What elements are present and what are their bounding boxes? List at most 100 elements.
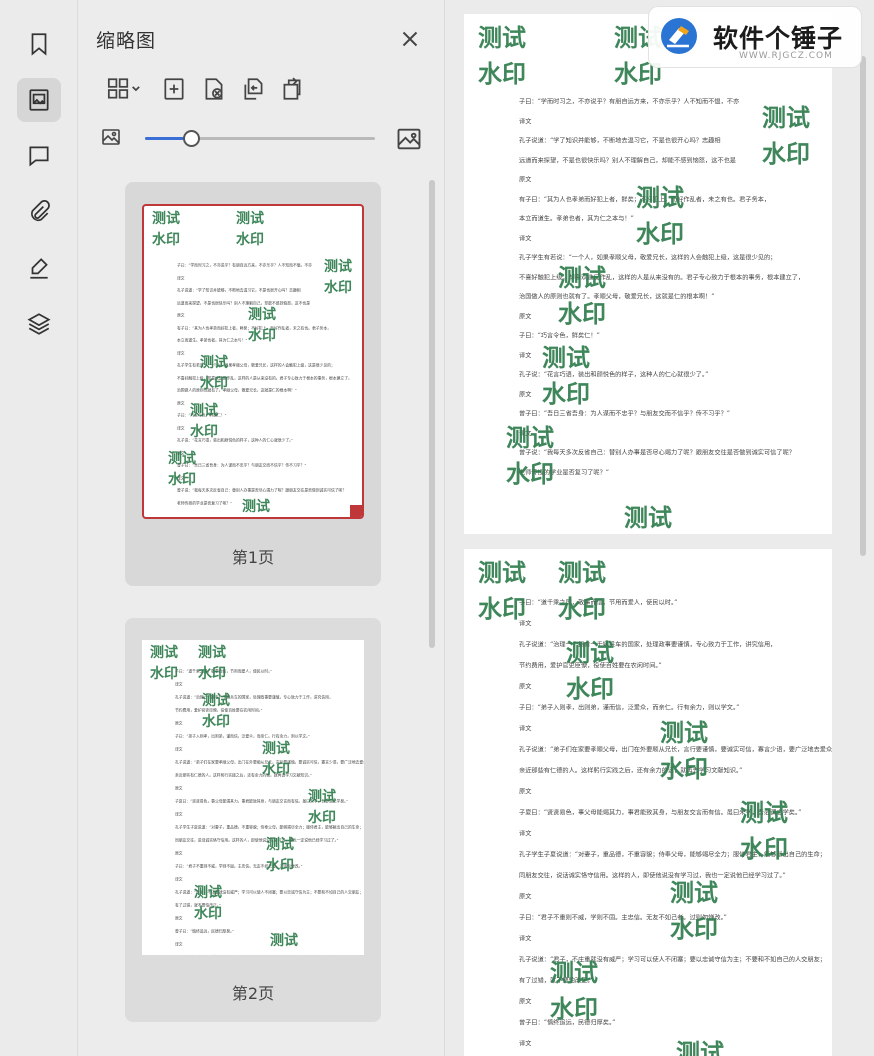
- watermark-text: 水印: [550, 994, 598, 1023]
- text-line: 译文: [519, 117, 532, 125]
- watermark-text: 水印: [266, 858, 294, 874]
- thumbnail-page-1[interactable]: 子曰：“学而时习之，不亦说乎？有朋自远方来，不亦乐乎？人不知而不愠，不亦 译文 孔子…: [142, 204, 364, 519]
- text-line: 同朋友交往，说话诚实恪守信用。这样的人，即使他说没有学习过，我也一定说他已经学习…: [519, 872, 786, 880]
- watermark-text: 测试: [200, 355, 228, 371]
- text-line: 孔子学生曾子说道：“谨慎地对待父母的去世，追念久远的祖先，自然会导致老百姓日趋忠…: [175, 954, 344, 955]
- document-page-2: 子曰：“道千乘之国，敬事而信，节用而爱人，使民以时。” 译文 孔子说道：“治理一个拥…: [464, 549, 832, 1056]
- watermark-text: 测试: [152, 211, 180, 227]
- logo-mark-icon: [661, 18, 697, 54]
- watermark-text: 水印: [566, 674, 614, 703]
- watermark-text: 测试: [740, 798, 788, 827]
- left-icon-rail: [0, 0, 78, 1056]
- watermark-text: 水印: [478, 594, 526, 623]
- watermark-text: 测试: [190, 403, 218, 419]
- watermark-text: 水印: [636, 219, 684, 248]
- text-line: 孔子说道：“治理一个拥有一千辆兵车的国家，处理政事要谨慎，专心致力于工作，讲究信…: [175, 695, 333, 700]
- zoom-slider-knob[interactable]: [183, 130, 200, 147]
- watermark-text: 测试: [566, 638, 614, 667]
- document-page-1: 子曰：“学而时习之，不亦说乎？有朋自远方来，不亦乐乎？人不知而不愠，不亦 译文 孔子…: [464, 14, 832, 534]
- layers-icon[interactable]: [17, 302, 61, 346]
- text-line: 原文: [177, 401, 185, 406]
- site-logo: 软件个锤子 WWW.RJGCZ.COM: [648, 6, 862, 68]
- watermark-text: 测试: [506, 423, 554, 452]
- watermark-text: 水印: [236, 232, 264, 248]
- watermark-text: 水印: [506, 459, 554, 488]
- text-line: 本立而道生。孝弟也者，其为仁之本与！”: [177, 338, 248, 343]
- text-line: 老师传授的学业是否复习了呢？”: [177, 501, 233, 506]
- watermark-text: 测试: [270, 933, 298, 949]
- text-line: 原文: [175, 916, 183, 921]
- text-line: 原文: [175, 851, 183, 856]
- text-line: 亲近那些有仁德的人。这样躬行实践之后，还有余力的话，就再去学习文献知识。”: [519, 767, 743, 775]
- bookmark-icon[interactable]: [17, 22, 61, 66]
- watermark-text: 测试: [550, 958, 598, 987]
- comment-icon[interactable]: [17, 134, 61, 178]
- watermark-text: 测试: [236, 211, 264, 227]
- thumbnail-card-1[interactable]: 子曰：“学而时习之，不亦说乎？有朋自远方来，不亦乐乎？人不知而不愠，不亦 译文 孔子…: [125, 182, 381, 586]
- delete-page-icon[interactable]: [199, 74, 229, 104]
- watermark-text: 水印: [542, 379, 590, 408]
- watermark-text: 水印: [198, 666, 226, 682]
- zoom-slider[interactable]: [145, 130, 375, 147]
- watermark-text: 测试: [242, 499, 270, 515]
- logo-url: WWW.RJGCZ.COM: [739, 51, 833, 61]
- text-line: 本立而道生。孝弟也者，其为仁之本与！”: [519, 215, 634, 223]
- watermark-text: 测试: [194, 885, 222, 901]
- text-line: 原文: [175, 786, 183, 791]
- text-line: 译文: [519, 1040, 532, 1048]
- text-line: 原文: [519, 683, 532, 691]
- watermark-text: 测试: [202, 693, 230, 709]
- logo-title: 软件个锤子: [713, 24, 844, 53]
- watermark-text: 测试: [478, 23, 526, 52]
- watermark-text: 水印: [194, 906, 222, 922]
- text-line: 孔子说道：“学了知识并能够，不断地去温习它，不是也很开心吗？志趣相: [519, 137, 721, 145]
- watermark-text: 水印: [478, 59, 526, 88]
- document-scrollbar[interactable]: [860, 56, 866, 556]
- thumbnail-label-2: 第2页: [231, 984, 275, 1003]
- text-line: 原文: [519, 390, 532, 398]
- text-line: 译文: [175, 877, 183, 882]
- watermark-text: 水印: [740, 834, 788, 863]
- watermark-text: 水印: [670, 914, 718, 943]
- text-line: 亲近那些有仁德的人。这样躬行实践之后，还有余力的话，就再去学习文献知识。”: [175, 773, 312, 778]
- text-line: 原文: [519, 788, 532, 796]
- text-line: 原文: [177, 313, 185, 318]
- attachment-icon[interactable]: [17, 190, 61, 234]
- selection-corner-marker: [350, 505, 362, 517]
- text-line: 原文: [519, 998, 532, 1006]
- watermark-text: 水印: [150, 666, 178, 682]
- watermark-text: 测试: [542, 343, 590, 372]
- replace-page-icon[interactable]: [239, 74, 269, 104]
- watermark-text: 水印: [200, 376, 228, 392]
- zoom-in-image-icon[interactable]: [395, 125, 423, 153]
- text-line: 译文: [519, 351, 532, 359]
- watermark-text: 水印: [324, 280, 352, 296]
- watermark-text: 测试: [266, 837, 294, 853]
- text-line: 译文: [177, 426, 185, 431]
- watermark-text: 测试: [676, 1038, 724, 1056]
- watermark-text: 测试: [762, 103, 810, 132]
- watermark-text: 水印: [762, 139, 810, 168]
- text-line: 远道而来探望，不是也很快乐吗？别人不理解自己，却能不感到恼怒，这不也是: [177, 301, 310, 306]
- signature-icon[interactable]: [17, 246, 61, 290]
- document-view[interactable]: 子曰：“学而时习之，不亦说乎？有朋自远方来，不亦乐乎？人不知而不愠，不亦 译文 孔子…: [446, 0, 874, 1056]
- text-line: 曾子说：“我每天多次反省自己：替别人办事是否尽心竭力了呢？跟朋友交往是否做到诚实…: [519, 449, 795, 457]
- watermark-text: 水印: [190, 424, 218, 440]
- panel-scrollbar[interactable]: [429, 180, 435, 648]
- watermark-text: 测试: [324, 259, 352, 275]
- extract-page-icon[interactable]: [277, 74, 307, 104]
- text-line: 曾子曰：“吾日三省吾身：为人谋而不忠乎？与朋友交而不信乎？传不习乎？”: [177, 463, 307, 468]
- zoom-out-image-icon[interactable]: [99, 125, 125, 151]
- layout-grid-dropdown-icon[interactable]: [101, 74, 147, 104]
- watermark-text: 水印: [248, 328, 276, 344]
- text-line: 远道而来探望，不是也很快乐吗？别人不理解自己，却能不感到恼怒，这不也是: [519, 156, 736, 164]
- insert-page-icon[interactable]: [159, 74, 189, 104]
- watermark-text: 测试: [660, 718, 708, 747]
- thumbnail-card-2[interactable]: 子曰：“道千乘之国，敬事而信，节用而爱人，使民以时。” 译文 孔子说道：“治理一个拥…: [125, 618, 381, 1022]
- thumbnail-page-2[interactable]: 子曰：“道千乘之国，敬事而信，节用而爱人，使民以时。” 译文 孔子说道：“治理一个拥…: [142, 640, 364, 955]
- close-icon[interactable]: [397, 26, 423, 52]
- thumbnail-panel: 缩略图 子曰：“学而时习之，不亦说乎？有朋自远方来，不亦乐乎？人不知而不愠，不亦…: [79, 0, 445, 1056]
- thumbnail-icon[interactable]: [17, 78, 61, 122]
- text-line: 原文: [175, 721, 183, 726]
- text-line: 曾子曰：“吾日三省吾身：为人谋而不忠乎？与朋友交而不信乎？传不习乎？”: [519, 410, 730, 418]
